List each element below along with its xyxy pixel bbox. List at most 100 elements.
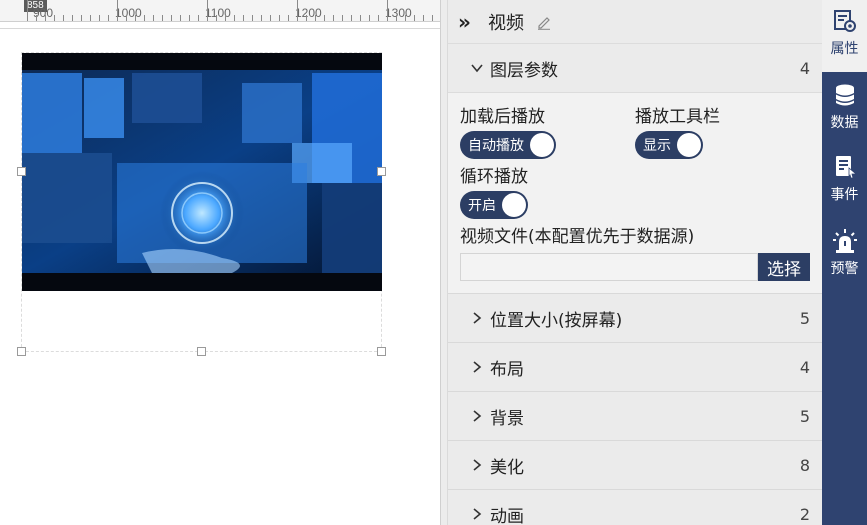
properties-icon (833, 10, 856, 32)
design-canvas[interactable]: 858 900 1000 1100 1200 1300 (0, 0, 440, 525)
ruler-tick (405, 15, 406, 21)
edit-pencil-icon[interactable] (536, 14, 552, 30)
ruler-tick (135, 15, 136, 21)
section-count: 5 (799, 308, 810, 328)
tab-properties[interactable]: 属性 (822, 0, 867, 72)
section-header[interactable]: 位置大小(按屏幕) 5 (448, 294, 822, 342)
chevron-right-icon (473, 312, 482, 324)
ruler-tick (234, 15, 235, 21)
database-icon (835, 84, 854, 106)
ruler-tick (243, 15, 244, 21)
editor-window: 858 900 1000 1100 1200 1300 » 视频 图层参数 4 … (0, 0, 867, 525)
ruler-tick (378, 15, 379, 21)
tab-alarm[interactable]: 预警 (822, 220, 867, 292)
autoplay-label: 加载后播放 (460, 107, 545, 127)
resize-handle-right[interactable] (377, 167, 386, 176)
loop-label: 循环播放 (460, 167, 528, 187)
section-title: 背景 (490, 408, 524, 429)
tab-label: 事件 (830, 187, 859, 203)
section-header[interactable]: 背景 5 (448, 392, 822, 440)
chevron-right-icon (473, 410, 482, 422)
loop-toggle-text: 开启 (468, 198, 496, 214)
ruler-tick (324, 15, 325, 21)
ruler-tick (90, 15, 91, 21)
toggle-knob (502, 193, 526, 217)
tab-data[interactable]: 数据 (822, 74, 867, 146)
resize-handle-bottom-left[interactable] (17, 347, 26, 356)
tab-label: 属性 (830, 41, 859, 57)
event-icon (835, 156, 857, 179)
toggle-knob (530, 133, 554, 157)
ruler-label: 1100 (205, 6, 231, 20)
resize-handle-left[interactable] (17, 167, 26, 176)
ruler-tick (297, 0, 298, 21)
ruler-tick (423, 15, 424, 21)
horizontal-ruler[interactable]: 858 900 1000 1100 1200 1300 (0, 0, 440, 22)
collapse-panel-button[interactable]: » (458, 10, 482, 34)
section-header[interactable]: 美化 8 (448, 441, 822, 489)
alarm-icon (832, 229, 857, 253)
ruler-tick (126, 15, 127, 21)
section-header[interactable]: 布局 4 (448, 343, 822, 391)
section-title: 动画 (490, 506, 524, 525)
ruler-tick (225, 15, 226, 21)
ruler-tick (270, 15, 271, 21)
toolbar-toggle[interactable]: 显示 (635, 131, 703, 159)
video-file-row: 选择 (460, 253, 810, 281)
section-background: 背景 5 (448, 392, 822, 441)
ruler-tick (351, 15, 352, 21)
ruler-tick (342, 15, 343, 21)
ruler-label: 1300 (385, 6, 412, 20)
tab-event[interactable]: 事件 (822, 146, 867, 218)
autoplay-toggle-text: 自动播放 (468, 138, 524, 154)
section-count: 4 (799, 357, 810, 377)
ruler-tick (54, 15, 55, 21)
ruler-tick (72, 15, 73, 21)
ruler-tick (306, 15, 307, 21)
section-animation: 动画 2 (448, 490, 822, 525)
ruler-tick (198, 15, 199, 21)
ruler-tick (333, 15, 334, 21)
choose-file-button[interactable]: 选择 (758, 253, 810, 281)
ruler-tick (207, 0, 208, 21)
section-count: 4 (799, 58, 810, 78)
ruler-tick (414, 15, 415, 21)
ruler-tick (315, 15, 316, 21)
loop-toggle[interactable]: 开启 (460, 191, 528, 219)
chevron-down-icon (471, 64, 483, 73)
ruler-tick (36, 15, 37, 21)
properties-panel: » 视频 图层参数 4 加载后播放 自动播放 播放工具栏 显示 循环播放 开启 … (448, 0, 822, 525)
section-header[interactable]: 图层参数 4 (448, 44, 822, 92)
chevron-right-icon (473, 459, 482, 471)
ruler-tick (189, 15, 190, 21)
ruler-tick (63, 15, 64, 21)
ruler-tick (288, 15, 289, 21)
ruler-tick (99, 15, 100, 21)
panel-header: » 视频 (448, 0, 822, 44)
section-header[interactable]: 动画 2 (448, 490, 822, 525)
section-layer-params: 图层参数 4 加载后播放 自动播放 播放工具栏 显示 循环播放 开启 视频文件(… (448, 44, 822, 294)
ruler-tick (369, 15, 370, 21)
ruler-tick (360, 15, 361, 21)
panel-title: 视频 (488, 12, 524, 34)
video-file-input[interactable] (460, 253, 758, 281)
ruler-tick (180, 15, 181, 21)
ruler-tick (144, 15, 145, 21)
toolbar-toggle-text: 显示 (643, 138, 671, 154)
ruler-tick (396, 15, 397, 21)
resize-handle-bottom[interactable] (197, 347, 206, 356)
resize-handle-bottom-right[interactable] (377, 347, 386, 356)
section-title: 美化 (490, 457, 524, 478)
ruler-tick (81, 15, 82, 21)
section-count: 5 (799, 406, 810, 426)
section-title: 图层参数 (490, 60, 558, 81)
chevron-right-icon (473, 508, 482, 520)
panel-splitter[interactable] (440, 0, 448, 525)
toggle-knob (677, 133, 701, 157)
ruler-tick (432, 15, 433, 21)
section-count: 8 (799, 455, 810, 475)
video-preview[interactable] (22, 53, 382, 291)
ruler-tick (108, 15, 109, 21)
autoplay-toggle[interactable]: 自动播放 (460, 131, 556, 159)
ruler-label: 1200 (295, 6, 322, 20)
